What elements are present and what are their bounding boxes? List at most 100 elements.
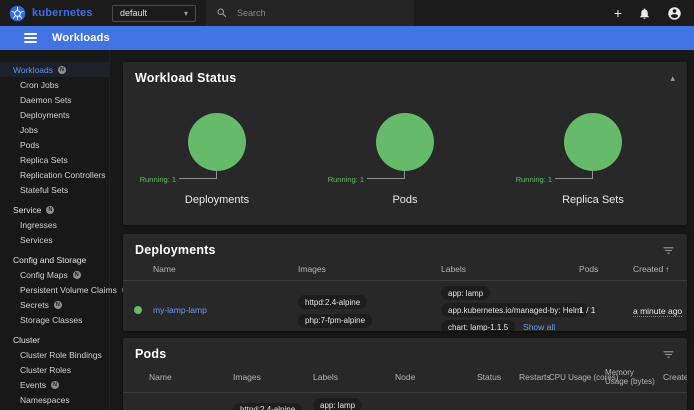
sidebar-item-services[interactable]: Services <box>0 232 109 247</box>
app-logo[interactable]: kubernetes <box>0 5 112 22</box>
column-header-memory[interactable]: Memory Usage (bytes) <box>605 363 663 392</box>
namespace-value: default <box>120 8 147 18</box>
main-content: Workload Status ▴ Running: 1 Deployments <box>110 50 694 410</box>
collapse-icon[interactable]: ▴ <box>670 74 675 83</box>
sidebar-item-service[interactable]: ServiceN <box>0 202 109 217</box>
namespace-selector[interactable]: default ▾ <box>112 5 196 22</box>
chart-title: Deployments <box>123 194 311 206</box>
sidebar-item-label: Deployments <box>20 110 70 120</box>
label-chip: app: lamp <box>441 286 490 300</box>
sidebar-item-jobs[interactable]: Jobs <box>0 122 109 137</box>
sidebar-item-cluster-roles[interactable]: Cluster Roles <box>0 362 109 377</box>
column-header-status[interactable]: Status <box>477 367 519 388</box>
sidebar-item-ingresses[interactable]: Ingresses <box>0 217 109 232</box>
pod-images: httpd:2.4-alpinephp:7-fpm-alpine <box>233 402 313 410</box>
sidebar-item-label: Config Maps <box>20 270 68 280</box>
sidebar-item-pods[interactable]: Pods <box>0 137 109 152</box>
sidebar-item-persistent-volume-claims[interactable]: Persistent Volume ClaimsN <box>0 282 109 297</box>
sidebar-nav: WorkloadsNCron JobsDaemon Sets Deployment… <box>0 50 110 410</box>
sidebar-item-label: Events <box>20 380 46 390</box>
deployments-table-header: Name Images Labels Pods Created↑ <box>123 259 687 281</box>
sidebar-item-label: Service <box>13 205 41 215</box>
sidebar-item-label: Pods <box>20 140 39 150</box>
column-header-pods[interactable]: Pods <box>579 259 633 280</box>
deployments-card: Deployments Name Images Labels Pods Crea… <box>123 234 687 331</box>
sidebar-item-workloads[interactable]: WorkloadsN <box>0 62 109 77</box>
workload-status-card: Workload Status ▴ Running: 1 Deployments <box>123 62 687 225</box>
sidebar-item-cluster-role-bindings[interactable]: Cluster Role Bindings <box>0 347 109 362</box>
column-header-images[interactable]: Images <box>298 259 441 280</box>
sidebar-item-namespaces[interactable]: Namespaces <box>0 392 109 407</box>
sidebar-item-cluster[interactable]: Cluster <box>0 332 109 347</box>
show-all-link[interactable]: Show all <box>523 322 555 331</box>
sidebar-item-label: Jobs <box>20 125 38 135</box>
pods-table-header: Name Images Labels Node Status Restarts … <box>123 363 687 393</box>
column-header-created[interactable]: Created↑ <box>663 367 687 388</box>
bell-icon <box>638 7 651 20</box>
sidebar-item-label: Cluster Role Bindings <box>20 350 102 360</box>
deployment-name-link[interactable]: my-lamp-lamp <box>153 305 298 315</box>
sidebar-item-label: Ingresses <box>20 220 57 230</box>
sidebar-item-label: Persistent Volume Claims <box>20 285 117 295</box>
create-resource-button[interactable]: + <box>614 6 622 20</box>
namespaced-badge-icon: N <box>58 66 66 74</box>
pods-pie-chart <box>376 113 434 171</box>
sidebar-item-storage-classes[interactable]: Storage Classes <box>0 312 109 327</box>
top-toolbar: kubernetes default ▾ + <box>0 0 694 26</box>
pie-running-label: Running: 1 <box>140 175 176 184</box>
replica-sets-pie-chart <box>564 113 622 171</box>
pie-label-connector <box>555 170 593 179</box>
column-header-cpu[interactable]: CPU Usage (cores) <box>549 368 605 388</box>
workload-chart-deployments: Running: 1 Deployments <box>123 113 311 206</box>
sidebar-item-label: Cluster <box>13 335 40 345</box>
sidebar-item-daemon-sets[interactable]: Daemon Sets <box>0 92 109 107</box>
column-header-node[interactable]: Node <box>395 367 477 388</box>
column-header-images[interactable]: Images <box>233 367 313 388</box>
column-header-labels[interactable]: Labels <box>441 259 579 280</box>
sidebar-item-config-and-storage[interactable]: Config and Storage <box>0 252 109 267</box>
sidebar-item-secrets[interactable]: SecretsN <box>0 297 109 312</box>
column-header-name[interactable]: Name <box>153 259 298 280</box>
deployment-labels: app: lamp app.kubernetes.io/managed-by: … <box>441 285 579 331</box>
deployment-row: my-lamp-lamp httpd:2.4-alpine php:7-fpm-a… <box>123 281 687 331</box>
pods-title: Pods <box>135 347 166 361</box>
column-header-restarts[interactable]: Restarts <box>519 367 549 388</box>
deployment-images: httpd:2.4-alpine php:7-fpm-alpine <box>298 292 441 329</box>
sidebar-item-cron-jobs[interactable]: Cron Jobs <box>0 77 109 92</box>
sidebar-item-label: Namespaces <box>20 395 70 405</box>
sidebar-item-events[interactable]: Events N <box>0 377 109 392</box>
filter-icon <box>662 244 675 257</box>
deployment-created[interactable]: a minute ago <box>633 306 682 317</box>
image-chip: httpd:2.4-alpine <box>298 295 367 309</box>
column-header-created[interactable]: Created↑ <box>633 259 687 280</box>
column-header-labels[interactable]: Labels <box>313 367 395 388</box>
filter-icon <box>662 348 675 361</box>
search-input[interactable] <box>237 8 387 18</box>
image-chip: php:7-fpm-alpine <box>298 314 372 328</box>
label-chip: app.kubernetes.io/managed-by: Helm <box>441 303 588 317</box>
sidebar-item-deployments[interactable]: Deployments <box>0 107 109 122</box>
sidebar-item-stateful-sets[interactable]: Stateful Sets <box>0 182 109 197</box>
pods-filter-button[interactable] <box>662 348 675 361</box>
sidebar-item-replica-sets[interactable]: Replica Sets <box>0 152 109 167</box>
deployments-title: Deployments <box>135 243 216 257</box>
sidebar-item-label: Replication Controllers <box>20 170 106 180</box>
workload-chart-replica-sets: Running: 1 Replica Sets <box>499 113 687 206</box>
sidebar-item-label: Stateful Sets <box>20 185 68 195</box>
sidebar-item-config-maps[interactable]: Config MapsN <box>0 267 109 282</box>
column-header-name[interactable]: Name <box>149 367 233 388</box>
sidebar-item-replication-controllers[interactable]: Replication Controllers <box>0 167 109 182</box>
pie-running-label: Running: 1 <box>328 175 364 184</box>
user-menu-button[interactable] <box>667 6 682 21</box>
user-icon <box>667 6 682 21</box>
deployments-pie-chart <box>188 113 246 171</box>
menu-toggle-button[interactable] <box>12 33 37 43</box>
chart-title: Replica Sets <box>499 194 687 206</box>
search-bar[interactable] <box>206 0 414 26</box>
deployments-filter-button[interactable] <box>662 244 675 257</box>
namespaced-badge-icon: N <box>51 381 59 389</box>
caret-down-icon: ▾ <box>184 9 188 18</box>
notifications-button[interactable] <box>638 7 651 20</box>
sidebar-item-label: Secrets <box>20 300 49 310</box>
search-icon <box>216 7 228 19</box>
